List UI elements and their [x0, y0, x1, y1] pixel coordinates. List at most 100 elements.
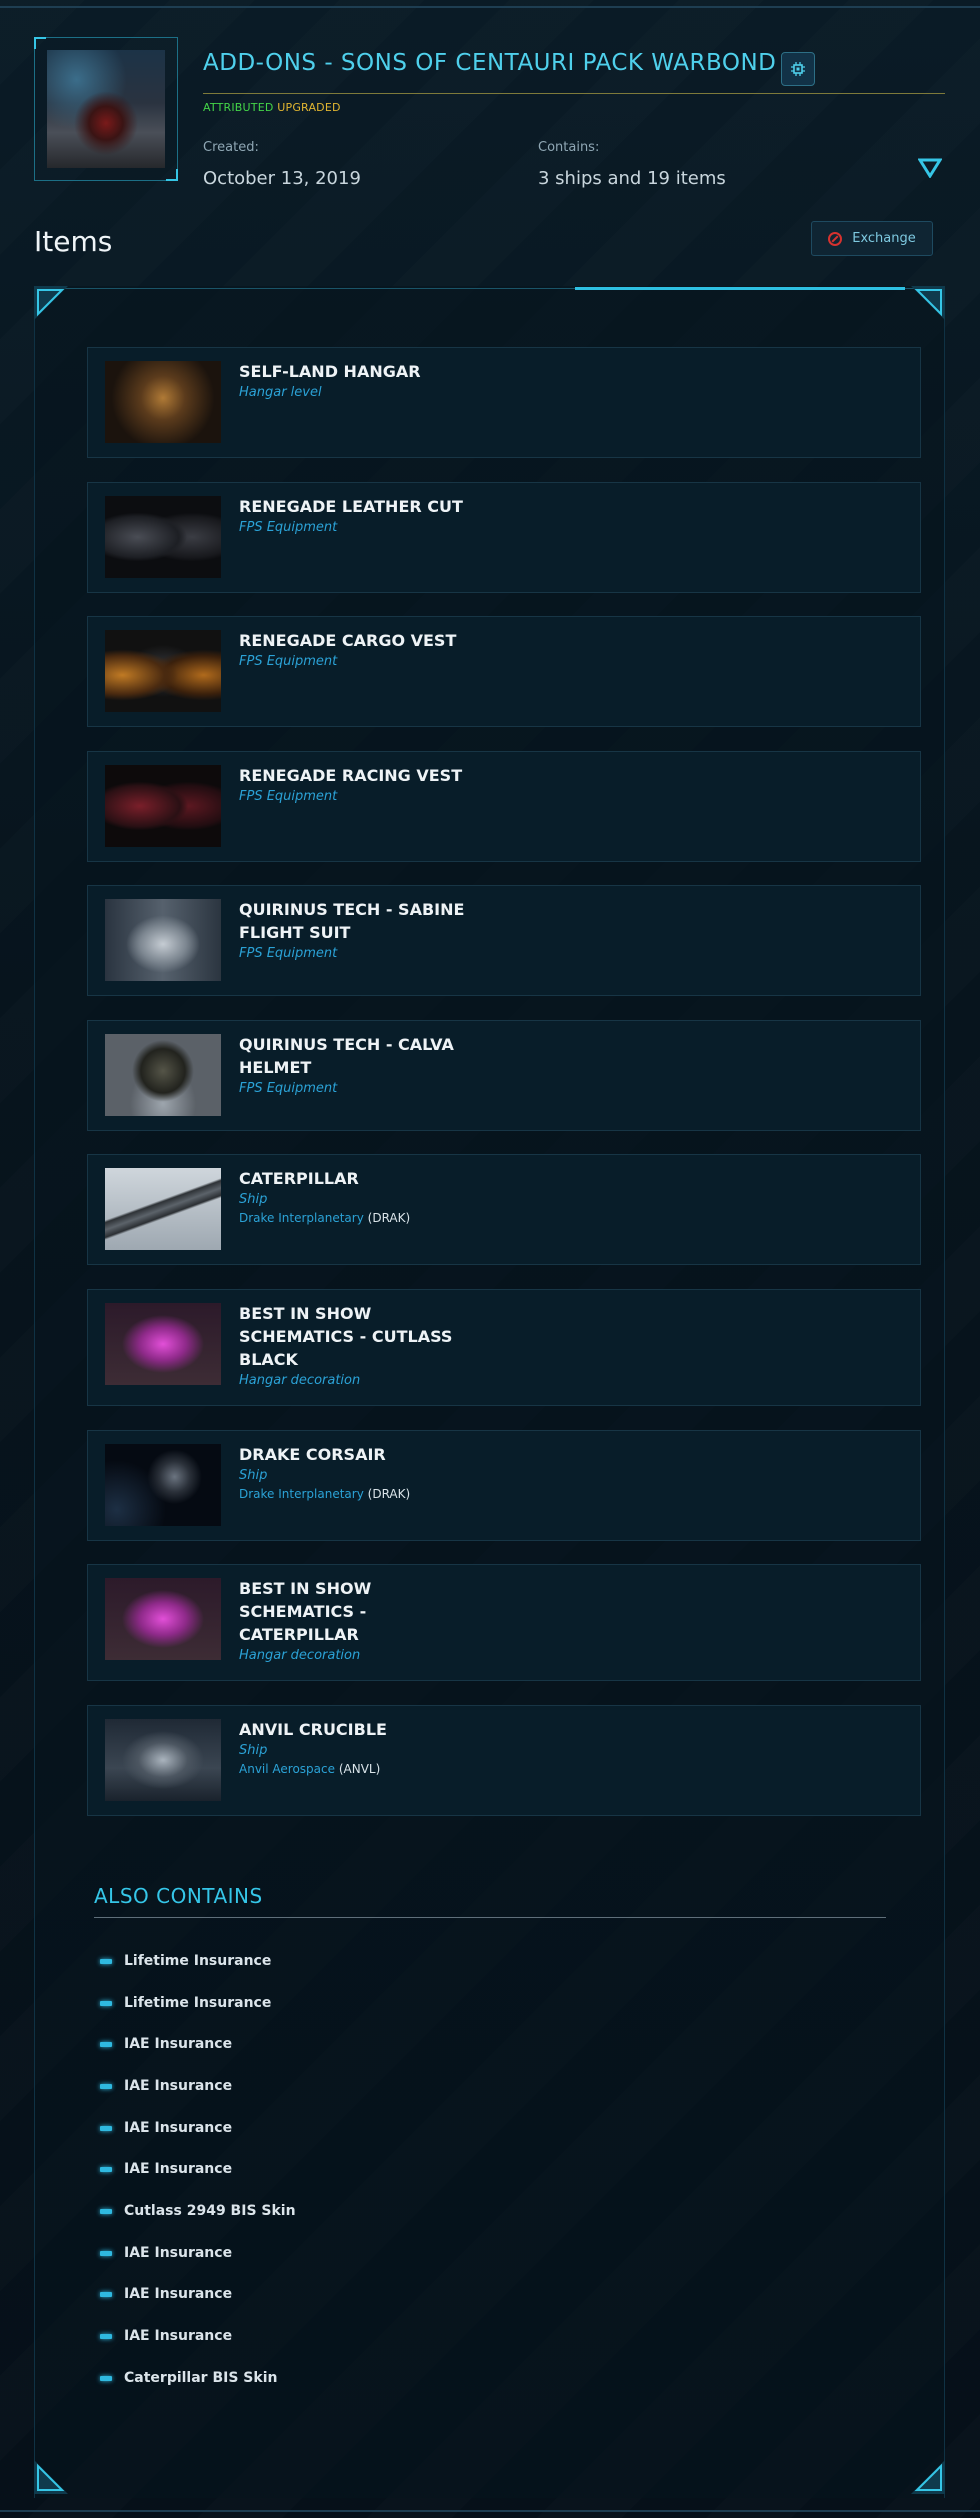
item-card[interactable]: RENEGADE LEATHER CUT FPS Equipment — [87, 482, 921, 593]
manufacturer-link[interactable]: Drake Interplanetary — [239, 1487, 364, 1501]
list-item: IAE Insurance — [100, 2034, 232, 2054]
list-item: IAE Insurance — [100, 2284, 232, 2304]
item-name: RENEGADE LEATHER CUT — [239, 497, 463, 516]
panel-top-accent — [575, 287, 905, 290]
item-manufacturer[interactable]: Drake Interplanetary (DRAK) — [239, 1487, 410, 1501]
manufacturer-code: (DRAK) — [367, 1487, 411, 1501]
list-item: IAE Insurance — [100, 2326, 232, 2346]
no-entry-icon — [828, 231, 843, 246]
item-thumbnail — [105, 496, 221, 578]
also-contains-divider — [94, 1917, 886, 1918]
triangle-down-icon[interactable] — [918, 158, 942, 178]
item-name: DRAKE CORSAIR — [239, 1445, 386, 1464]
items-section-title: Items — [34, 225, 113, 258]
item-name: RENEGADE CARGO VEST — [239, 631, 457, 650]
pledge-image — [47, 50, 165, 168]
corner-bracket-icon — [34, 2460, 68, 2494]
item-type: FPS Equipment — [239, 946, 338, 961]
item-card[interactable]: QUIRINUS TECH - CALVA HELMET FPS Equipme… — [87, 1020, 921, 1131]
item-name: SELF-LAND HANGAR — [239, 362, 421, 381]
item-name: ANVIL CRUCIBLE — [239, 1720, 387, 1739]
item-card[interactable]: RENEGADE RACING VEST FPS Equipment — [87, 751, 921, 862]
list-item-label: IAE Insurance — [124, 2078, 233, 2094]
bullet-icon — [100, 2375, 112, 2381]
item-type: FPS Equipment — [239, 654, 338, 669]
item-type: Hangar decoration — [239, 1373, 361, 1388]
exchange-button[interactable]: Exchange — [811, 221, 933, 256]
manufacturer-link[interactable]: Drake Interplanetary — [239, 1211, 364, 1225]
bullet-icon — [100, 2000, 112, 2006]
corner-bracket-icon — [911, 2460, 945, 2494]
pledge-title: ADD-ONS - SONS OF CENTAURI PACK WARBOND — [203, 50, 777, 76]
pledge-thumbnail[interactable] — [34, 37, 178, 181]
corner-bracket-icon — [34, 286, 68, 320]
also-contains-title: ALSO CONTAINS — [94, 1884, 263, 1908]
item-card[interactable]: RENEGADE CARGO VEST FPS Equipment — [87, 616, 921, 727]
list-item-label: Caterpillar BIS Skin — [124, 2370, 278, 2386]
item-name: CATERPILLAR — [239, 1169, 359, 1188]
item-card[interactable]: SELF-LAND HANGAR Hangar level — [87, 347, 921, 458]
item-thumbnail — [105, 630, 221, 712]
manufacturer-code: (ANVL) — [338, 1762, 381, 1776]
status-badges: ATTRIBUTED UPGRADED — [203, 101, 341, 114]
item-type: Ship — [239, 1743, 268, 1758]
bottom-divider — [0, 2510, 980, 2512]
created-value: October 13, 2019 — [203, 168, 361, 189]
title-divider — [203, 93, 945, 94]
attributed-badge: ATTRIBUTED — [203, 101, 274, 114]
created-label: Created: — [203, 140, 259, 155]
list-item: IAE Insurance — [100, 2076, 232, 2096]
list-item-label: IAE Insurance — [124, 2286, 233, 2302]
item-type: Hangar level — [239, 385, 322, 400]
list-item: Caterpillar BIS Skin — [100, 2368, 277, 2388]
list-item-label: IAE Insurance — [124, 2245, 233, 2261]
list-item: Lifetime Insurance — [100, 1993, 271, 2013]
bullet-icon — [100, 2291, 112, 2297]
list-item-label: Lifetime Insurance — [124, 1995, 272, 2011]
item-name: RENEGADE RACING VEST — [239, 766, 463, 785]
item-card[interactable]: DRAKE CORSAIR Ship Drake Interplanetary … — [87, 1430, 921, 1541]
item-card[interactable]: ANVIL CRUCIBLE Ship Anvil Aerospace (ANV… — [87, 1705, 921, 1816]
bullet-icon — [100, 2125, 112, 2131]
bullet-icon — [100, 2208, 112, 2214]
chip-button[interactable] — [781, 52, 815, 86]
manufacturer-link[interactable]: Anvil Aerospace — [239, 1762, 335, 1776]
list-item-label: IAE Insurance — [124, 2036, 233, 2052]
item-thumbnail — [105, 1168, 221, 1250]
bullet-icon — [100, 2333, 112, 2339]
list-item: Lifetime Insurance — [100, 1951, 271, 1971]
bullet-icon — [100, 2166, 112, 2172]
list-item-label: Cutlass 2949 BIS Skin — [124, 2203, 296, 2219]
contains-label: Contains: — [538, 140, 600, 155]
bullet-icon — [100, 2083, 112, 2089]
item-card[interactable]: BEST IN SHOW SCHEMATICS - CATERPILLAR Ha… — [87, 1564, 921, 1681]
item-thumbnail — [105, 765, 221, 847]
item-thumbnail — [105, 1034, 221, 1116]
list-item-label: IAE Insurance — [124, 2328, 233, 2344]
item-type: FPS Equipment — [239, 1081, 338, 1096]
list-item: IAE Insurance — [100, 2243, 232, 2263]
item-thumbnail — [105, 1578, 221, 1660]
item-name: BEST IN SHOW SCHEMATICS - CATERPILLAR — [239, 1579, 372, 1644]
item-type: FPS Equipment — [239, 789, 338, 804]
item-thumbnail — [105, 899, 221, 981]
item-card[interactable]: BEST IN SHOW SCHEMATICS - CUTLASS BLACK … — [87, 1289, 921, 1406]
item-name: QUIRINUS TECH - SABINE FLIGHT SUIT — [239, 900, 465, 942]
item-card[interactable]: CATERPILLAR Ship Drake Interplanetary (D… — [87, 1154, 921, 1265]
item-type: Ship — [239, 1192, 268, 1207]
contains-value: 3 ships and 19 items — [538, 168, 726, 189]
item-manufacturer[interactable]: Drake Interplanetary (DRAK) — [239, 1211, 410, 1225]
upgraded-badge: UPGRADED — [277, 101, 341, 114]
exchange-label: Exchange — [852, 231, 916, 246]
item-thumbnail — [105, 361, 221, 443]
manufacturer-code: (DRAK) — [367, 1211, 411, 1225]
bullet-icon — [100, 1958, 112, 1964]
bullet-icon — [100, 2041, 112, 2047]
item-card[interactable]: QUIRINUS TECH - SABINE FLIGHT SUIT FPS E… — [87, 885, 921, 996]
item-manufacturer[interactable]: Anvil Aerospace (ANVL) — [239, 1762, 380, 1776]
bullet-icon — [100, 2250, 112, 2256]
list-item: IAE Insurance — [100, 2118, 232, 2138]
list-item-label: IAE Insurance — [124, 2161, 233, 2177]
item-thumbnail — [105, 1303, 221, 1385]
top-divider — [0, 6, 980, 8]
